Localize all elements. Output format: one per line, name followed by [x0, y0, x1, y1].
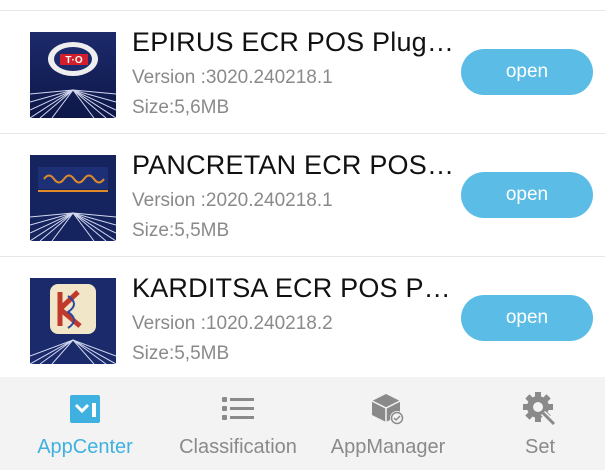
tab-label: AppManager: [330, 436, 446, 458]
app-version: Version :2020.240218.1: [132, 190, 333, 211]
epirus-app-icon: T·O: [30, 32, 116, 118]
bottom-tab-bar: AppCenter Classification AppManager Set: [0, 377, 605, 470]
list-item[interactable]: PANCRETAN ECR POS… Version :2020.240218.…: [0, 134, 605, 256]
app-name: PANCRETAN ECR POS…: [132, 150, 455, 180]
tab-classification[interactable]: Classification: [163, 377, 313, 470]
tab-appcenter[interactable]: AppCenter: [15, 377, 155, 470]
app-version: Version :3020.240218.1: [132, 67, 333, 88]
svg-text:T·O: T·O: [65, 55, 82, 66]
app-list: T·O EPIRUS ECR POS Plug… Version :3020.2…: [0, 0, 605, 377]
app-name: EPIRUS ECR POS Plug…: [132, 27, 455, 57]
tab-label: Set: [524, 436, 556, 458]
open-button[interactable]: open: [461, 49, 593, 95]
app-size: Size:5,5MB: [132, 220, 230, 241]
tab-appmanager[interactable]: AppManager: [318, 377, 458, 470]
app-size: Size:5,5MB: [132, 343, 230, 364]
package-icon: [370, 391, 406, 427]
pancretan-app-icon: [30, 155, 116, 241]
tab-label: Classification: [179, 436, 297, 458]
settings-icon: [522, 391, 558, 427]
list-item[interactable]: KARDITSA ECR POS P… Version :1020.240218…: [0, 257, 605, 379]
open-button[interactable]: open: [461, 172, 593, 218]
app-size: Size:5,6MB: [132, 97, 230, 118]
tab-set[interactable]: Set: [470, 377, 605, 470]
tab-label: AppCenter: [37, 436, 133, 458]
app-version: Version :1020.240218.2: [132, 313, 333, 334]
app-name: KARDITSA ECR POS P…: [132, 273, 451, 303]
open-button[interactable]: open: [461, 295, 593, 341]
app-center-icon: [67, 391, 103, 427]
karditsa-app-icon: [30, 278, 116, 364]
list-item[interactable]: T·O EPIRUS ECR POS Plug… Version :3020.2…: [0, 11, 605, 133]
list-icon: [220, 391, 256, 427]
